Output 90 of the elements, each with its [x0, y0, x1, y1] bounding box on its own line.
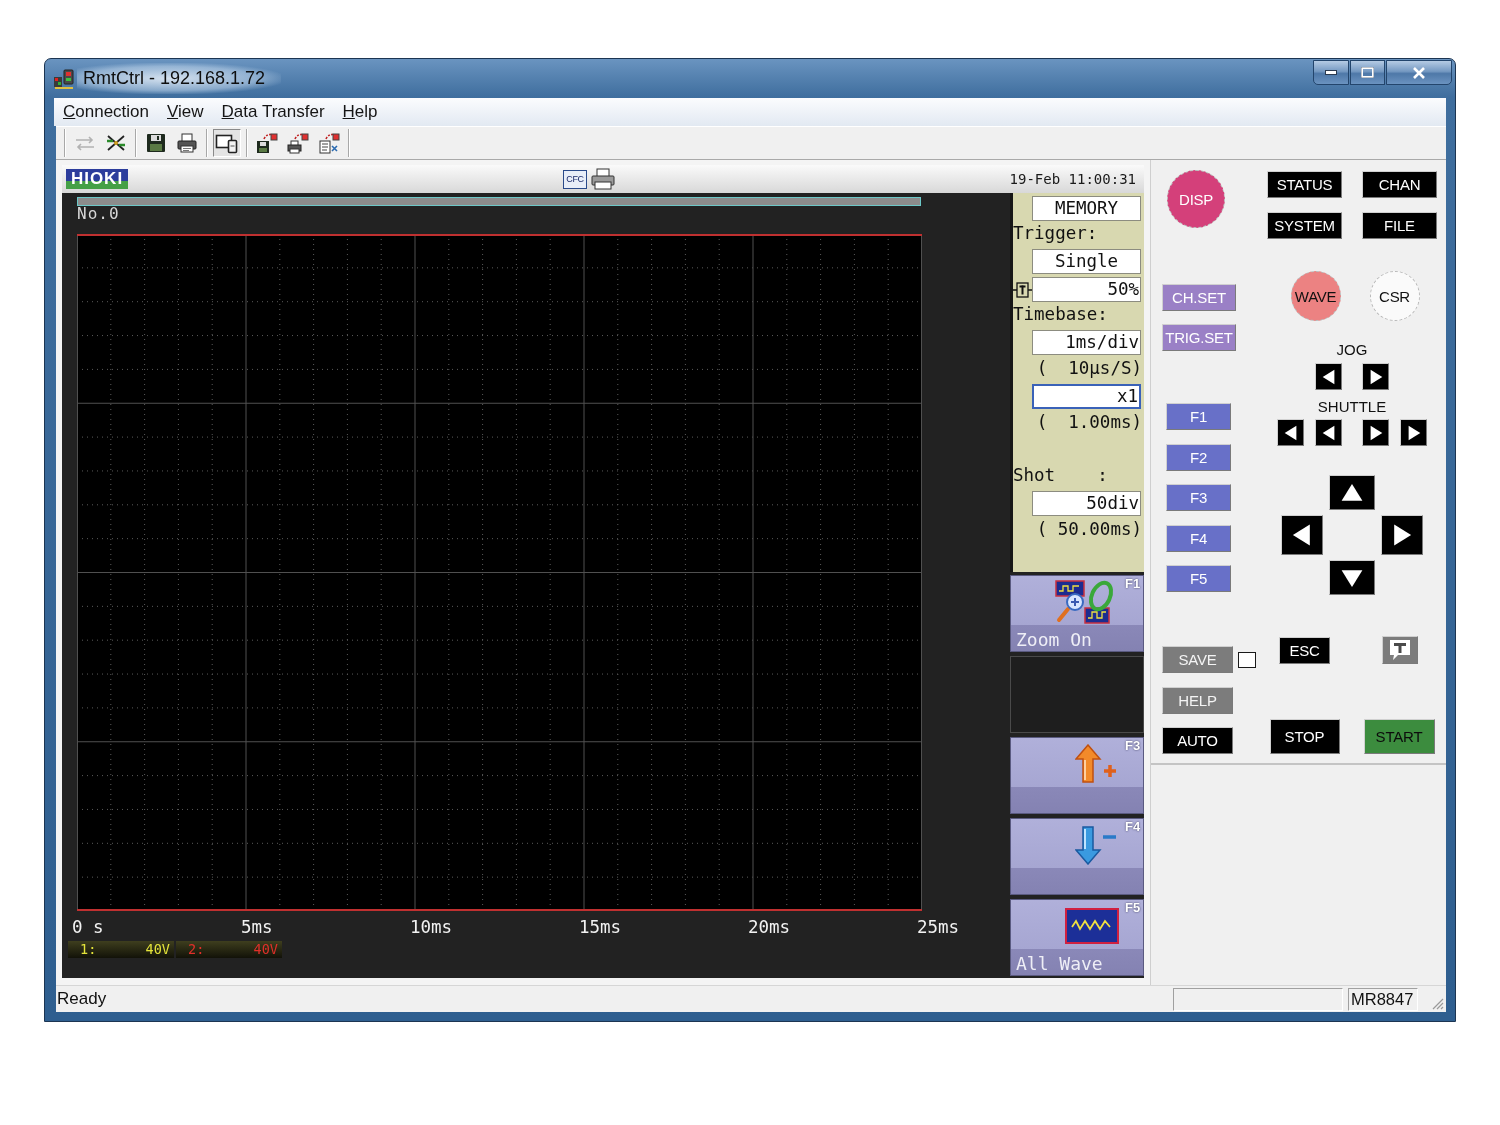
date-time: 19-Feb 11:00:31: [1009, 171, 1136, 187]
maximize-button[interactable]: [1350, 60, 1385, 85]
setting-note: ( 50.00ms): [1036, 518, 1143, 541]
round-key[interactable]: CSR: [1369, 271, 1420, 321]
setting-value: 1ms/div: [1032, 330, 1141, 355]
comment-button[interactable]: [1382, 636, 1418, 664]
setting-value: MEMORY: [1032, 196, 1141, 221]
menu-item[interactable]: Data Transfer: [212, 100, 334, 124]
close-button[interactable]: [1386, 60, 1452, 85]
screens-icon: [215, 132, 239, 154]
size-grip-icon: [1430, 996, 1444, 1010]
setting-label: Timebase:: [1013, 303, 1108, 326]
right-arrow-button[interactable]: [1381, 515, 1423, 555]
setup-key[interactable]: CH.SET: [1162, 284, 1236, 311]
softkey[interactable]: F1 Zoom On: [1010, 575, 1144, 652]
time-axis-label: 25ms: [917, 916, 960, 938]
softkey[interactable]: F5 All Wave: [1010, 899, 1144, 976]
time-axis-label: 5ms: [241, 916, 273, 938]
help-key[interactable]: HELP: [1162, 687, 1233, 714]
save-key[interactable]: SAVE: [1162, 646, 1233, 673]
auto-key[interactable]: AUTO: [1162, 727, 1233, 754]
time-axis-label: 10ms: [410, 916, 453, 938]
shuttle-left-button[interactable]: [1277, 419, 1304, 446]
channel-range: 40V: [145, 941, 170, 958]
checkbox[interactable]: [1238, 652, 1256, 668]
jog-label: JOG: [1336, 342, 1368, 357]
up-arrow-plus-icon: [1075, 744, 1119, 784]
setup-key[interactable]: TRIG.SET: [1162, 324, 1236, 351]
shuttle-label: SHUTTLE: [1317, 399, 1387, 414]
menu-key[interactable]: SYSTEM: [1267, 212, 1342, 239]
minimize-button[interactable]: [1313, 60, 1349, 85]
up-arrow-button[interactable]: [1329, 475, 1375, 510]
app-icon: [53, 67, 75, 90]
menu-key[interactable]: FILE: [1362, 212, 1437, 239]
setting-value: x1: [1032, 384, 1141, 409]
brand-logo: HIOKI: [66, 169, 128, 189]
channel-number: 2:: [188, 941, 205, 958]
jog-left-button[interactable]: [1315, 363, 1342, 390]
round-key[interactable]: DISP: [1167, 170, 1225, 228]
crossed-connector-icon: [105, 132, 127, 154]
down-arrow-minus-icon: [1075, 825, 1119, 865]
esc-key[interactable]: ESC: [1279, 637, 1330, 664]
time-axis-label: 15ms: [579, 916, 622, 938]
menu-item[interactable]: Help: [333, 100, 387, 124]
maximize-icon: [1361, 67, 1374, 78]
menu-key[interactable]: STATUS: [1267, 171, 1342, 198]
setting-label: Trigger:: [1013, 222, 1098, 245]
stop-key[interactable]: STOP: [1269, 719, 1340, 754]
left-arrow-button[interactable]: [1281, 515, 1323, 555]
setting-value: 50%: [1032, 277, 1141, 302]
floppy-transfer-icon: [256, 132, 278, 154]
shuttle-right-button[interactable]: [1362, 419, 1389, 446]
channel-number: 1:: [80, 941, 97, 958]
setting-label: Shot :: [1013, 464, 1108, 487]
down-arrow-button[interactable]: [1329, 560, 1375, 595]
function-key[interactable]: F5: [1166, 565, 1231, 592]
jog-right-button[interactable]: [1362, 363, 1389, 390]
function-key[interactable]: F3: [1166, 484, 1231, 511]
speech-bubble-icon: [1388, 639, 1412, 661]
function-key[interactable]: F2: [1166, 443, 1231, 471]
setting-note: ( 10μs/S): [1036, 357, 1143, 380]
media-indicator: CFC: [563, 169, 587, 189]
printer-icon: [176, 132, 198, 154]
shuttle-right-button[interactable]: [1400, 419, 1427, 446]
menu-key[interactable]: CHAN: [1362, 171, 1437, 198]
channel-range: 40V: [253, 941, 278, 958]
minimize-icon: [1325, 70, 1337, 75]
function-key[interactable]: F4: [1166, 524, 1231, 552]
printer-transfer-icon: [287, 132, 309, 154]
menu-item[interactable]: Connection: [54, 100, 158, 124]
function-key[interactable]: F1: [1166, 403, 1231, 430]
printer-icon: [591, 168, 615, 190]
waveform-icon: [1065, 908, 1119, 944]
record-number: No.0: [77, 206, 120, 221]
trigger-icon: [1013, 279, 1032, 300]
setting-note: ( 1.00ms): [1036, 411, 1143, 434]
round-key[interactable]: WAVE: [1290, 271, 1341, 321]
model-label: MR8847: [1348, 987, 1418, 1011]
window-title: RmtCtrl - 192.168.1.72: [77, 63, 282, 94]
shuttle-left-button[interactable]: [1315, 419, 1342, 446]
toolbar-button[interactable]: [213, 129, 241, 157]
status-message: Ready: [56, 989, 107, 1009]
document-transfer-icon: [318, 132, 340, 154]
setting-value: Single: [1032, 249, 1141, 274]
time-axis-label: 0 s: [72, 916, 104, 938]
setting-value: 50div: [1032, 491, 1141, 516]
close-icon: [1412, 66, 1426, 79]
menu-item[interactable]: View: [158, 100, 213, 124]
start-key[interactable]: START: [1363, 719, 1435, 754]
time-axis-label: 20ms: [748, 916, 791, 938]
